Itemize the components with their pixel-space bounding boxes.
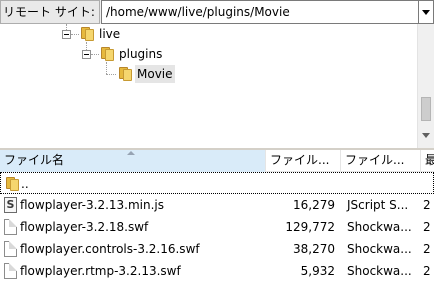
file-size: 16,279	[293, 198, 335, 212]
file-size: 129,772	[285, 220, 335, 234]
file-name-cell: flowplayer-3.2.18.swf	[0, 216, 266, 238]
sort-ascending-icon	[127, 151, 135, 155]
tree-vertical-scrollbar[interactable]	[417, 24, 434, 148]
file-icon	[4, 219, 17, 235]
column-header-filename[interactable]: ファイル名	[0, 150, 266, 172]
remote-directory-tree: live plugins Movie	[0, 24, 434, 148]
list-item[interactable]: flowplayer.rtmp-3.2.13.swf 5,932 Shockwa…	[0, 260, 434, 282]
remote-site-label: リモート サイト:	[0, 0, 100, 24]
tree-node-movie[interactable]: Movie	[135, 65, 175, 83]
tree-connector	[71, 34, 79, 35]
file-name: ..	[21, 177, 29, 191]
file-name: flowplayer.controls-3.2.16.swf	[20, 242, 200, 256]
file-name-cell: S flowplayer-3.2.13.min.js	[0, 194, 266, 216]
folder-icon	[4, 177, 20, 191]
scrollbar-thumb[interactable]	[421, 97, 431, 121]
file-type: Shockwa...	[347, 264, 412, 278]
file-size: 38,270	[293, 242, 335, 256]
file-name-cell: flowplayer.controls-3.2.16.swf	[0, 238, 266, 260]
file-type: JScript S...	[347, 198, 409, 212]
folder-icon	[79, 27, 95, 41]
list-item[interactable]: ..	[0, 172, 434, 194]
tree-connector	[106, 74, 116, 75]
tree-node-plugins[interactable]: plugins	[117, 45, 164, 63]
file-icon	[4, 263, 17, 279]
file-name: flowplayer-3.2.18.swf	[20, 220, 149, 234]
collapse-plugins-icon[interactable]	[82, 50, 91, 59]
path-dropdown-button[interactable]	[419, 0, 434, 24]
tree-connector	[91, 54, 99, 55]
column-header-filesize[interactable]: ファイル...	[266, 150, 341, 172]
file-modified: 2	[423, 198, 431, 212]
folder-icon	[99, 47, 115, 61]
file-name: flowplayer.rtmp-3.2.13.swf	[20, 264, 181, 278]
file-size: 5,932	[300, 264, 335, 278]
file-modified: 2	[423, 220, 431, 234]
file-list-header: ファイル名 ファイル... ファイル... 最	[0, 150, 434, 172]
file-modified: 2	[423, 264, 431, 278]
column-header-filetype[interactable]: ファイル...	[341, 150, 421, 172]
file-type: Shockwa...	[347, 242, 412, 256]
file-name-cell: flowplayer.rtmp-3.2.13.swf	[0, 260, 266, 282]
script-file-icon: S	[4, 197, 17, 213]
column-header-modified[interactable]: 最	[421, 150, 434, 172]
file-name: flowplayer-3.2.13.min.js	[20, 198, 165, 212]
file-name-cell: ..	[0, 172, 434, 194]
file-list: .. S flowplayer-3.2.13.min.js 16,279 JSc…	[0, 172, 434, 283]
list-item[interactable]: S flowplayer-3.2.13.min.js 16,279 JScrip…	[0, 194, 434, 216]
tree-connector	[106, 62, 107, 74]
folder-open-icon	[117, 67, 133, 81]
tree-node-live[interactable]: live	[97, 25, 122, 43]
file-icon	[4, 241, 17, 257]
column-header-label: ファイル名	[4, 153, 65, 167]
file-type: Shockwa...	[347, 220, 412, 234]
list-item[interactable]: flowplayer-3.2.18.swf 129,772 Shockwa...…	[0, 216, 434, 238]
remote-site-bar: リモート サイト: /home/www/live/plugins/Movie	[0, 0, 434, 24]
remote-path-input[interactable]: /home/www/live/plugins/Movie	[101, 0, 419, 24]
file-modified: 2	[423, 242, 431, 256]
scroll-down-icon[interactable]	[422, 133, 430, 138]
list-item[interactable]: flowplayer.controls-3.2.16.swf 38,270 Sh…	[0, 238, 434, 260]
collapse-live-icon[interactable]	[62, 30, 71, 39]
